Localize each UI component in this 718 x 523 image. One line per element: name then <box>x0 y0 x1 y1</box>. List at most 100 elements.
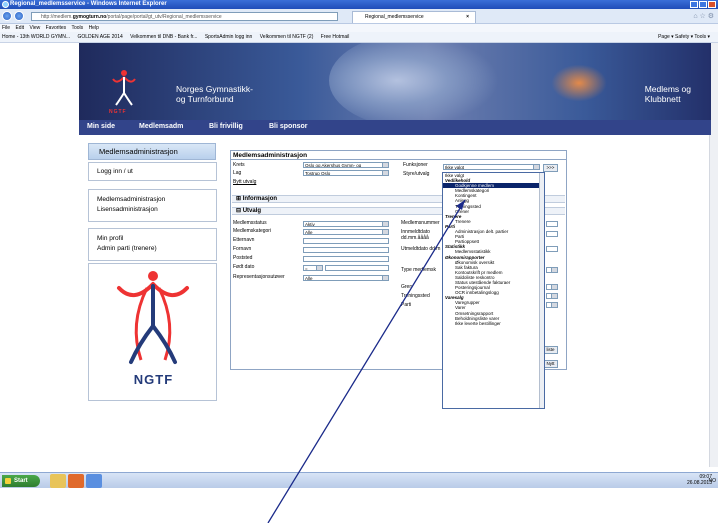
admin-links-box: Medlemsadministrasjon Lisensadministrasj… <box>88 189 217 222</box>
chevron-down-icon <box>382 222 388 226</box>
menu-file[interactable]: File <box>2 25 10 31</box>
sidebar-heading: Medlemsadministrasjon <box>88 143 216 160</box>
club-net-title: Medlems og Klubbnett <box>645 84 691 104</box>
sidebar-link-lisensadm[interactable]: Lisensadministrasjon <box>97 206 216 213</box>
fav-item[interactable]: Velkommen til NGTF (2) <box>260 34 314 40</box>
treningssted-label: Treningssted <box>401 293 430 299</box>
nav-medlemsadm[interactable]: Medlemsadm <box>139 123 183 130</box>
start-button[interactable]: Start <box>2 475 40 487</box>
org-name: Norges Gymnastikk- og Turnforbund <box>176 84 253 104</box>
gren-label: Gren <box>401 284 413 290</box>
sidebar-link-admin-parti[interactable]: Admin parti (trenere) <box>97 245 216 252</box>
fornavn-input[interactable] <box>303 247 389 253</box>
windows-taskbar: Start NO 09:07 26.08.2013 <box>0 472 718 488</box>
fodt-operator-value: = <box>305 266 308 271</box>
medlemsstatus-select[interactable]: Aktiv <box>303 221 389 227</box>
sidebar-link-min-profil[interactable]: Min profil <box>97 235 216 242</box>
nav-min-side[interactable]: Min side <box>87 123 115 130</box>
medlemskategori-label: Medlemskategori <box>233 228 272 234</box>
dropdown-option[interactable]: Ikke leverte bestillinger <box>443 321 544 326</box>
innmeldtdato-input[interactable] <box>546 231 558 237</box>
favorites-bar: Home - 13th WORLD GYMN... GOLDEN AGE 201… <box>0 32 718 43</box>
close-window-button[interactable] <box>708 1 716 8</box>
sidebar-link-medlemsadm[interactable]: Medlemsadministrasjon <box>97 196 216 203</box>
treningssted-select[interactable] <box>546 293 558 299</box>
funksjoner-select[interactable]: Ikke valgt <box>443 164 540 170</box>
command-bar-tools[interactable]: Page ▾ Safety ▾ Tools ▾ <box>658 32 710 42</box>
bytt-utvalg-link[interactable]: Bytt utvalg <box>233 179 256 185</box>
address-bar[interactable]: http://medlem.gymogturn.no/portal/page/p… <box>31 12 338 21</box>
medlemsstatus-value: Aktiv <box>305 222 315 227</box>
url-prefix: http://medlem. <box>41 14 73 20</box>
clock[interactable]: 09:07 26.08.2013 <box>687 474 712 486</box>
window-controls <box>690 1 716 8</box>
nytt-button[interactable]: Nytt <box>543 360 558 368</box>
medlemsnummer-label: Medlemsnummer <box>401 220 440 226</box>
back-button[interactable] <box>2 11 12 21</box>
fav-item[interactable]: Home - 13th WORLD GYMN... <box>2 34 70 40</box>
funksjoner-value: Ikke valgt <box>445 165 465 170</box>
browser-tab[interactable]: Regional_medlemsservice × <box>352 11 476 23</box>
ie-taskbar-icon[interactable] <box>86 474 102 488</box>
krets-select[interactable]: Oslo og Akershus Gymn- og <box>303 162 389 168</box>
section-utvalg-label: Utvalg <box>242 208 262 214</box>
medlemskategori-select[interactable]: Alle <box>303 229 389 235</box>
maximize-button[interactable] <box>699 1 707 8</box>
menu-edit[interactable]: Edit <box>15 25 24 31</box>
browser-tab-label: Regional_medlemsservice <box>365 14 424 20</box>
menu-view[interactable]: View <box>29 25 40 31</box>
utmeldtdato-input[interactable] <box>546 246 558 252</box>
poststed-input[interactable] <box>303 256 389 262</box>
medlemsnummer-input[interactable] <box>546 221 558 227</box>
dropdown-scrollbar[interactable] <box>539 173 544 408</box>
type-medlemskap-label: Type medlemsk <box>401 267 437 273</box>
banner-glow <box>549 63 609 103</box>
fav-item[interactable]: Free Hotmail <box>321 34 350 40</box>
menu-tools[interactable]: Tools <box>71 25 83 31</box>
menu-help[interactable]: Help <box>89 25 99 31</box>
gren-select[interactable] <box>546 284 558 290</box>
folder-icon[interactable] <box>50 474 66 488</box>
nav-bli-frivillig[interactable]: Bli frivillig <box>209 123 243 130</box>
medlemsstatus-label: Medlemsstatus <box>233 220 267 226</box>
forward-button[interactable] <box>14 11 24 21</box>
chevron-down-icon <box>316 266 322 270</box>
fodt-dato-input[interactable] <box>325 265 389 271</box>
chevron-down-icon <box>533 165 539 169</box>
chevron-down-icon <box>382 230 388 234</box>
fav-item[interactable]: GOLDEN AGE 2014 <box>77 34 122 40</box>
parti-select[interactable] <box>546 302 558 308</box>
chevron-down-icon <box>551 303 557 307</box>
menu-favorites[interactable]: Favorites <box>46 25 67 31</box>
nav-bli-sponsor[interactable]: Bli sponsor <box>269 123 308 130</box>
ie-icon <box>2 1 9 8</box>
login-link[interactable]: Logg inn / ut <box>97 168 216 175</box>
window-title: Regional_medlemsservice - Windows Intern… <box>10 1 167 7</box>
medlemskategori-value: Alle <box>305 230 313 235</box>
go-button[interactable]: >>> <box>543 164 558 172</box>
lag-value: Tostrup Oslo <box>305 171 331 176</box>
type-medlemskap-select[interactable] <box>546 267 558 273</box>
main-nav: Min side Medlemsadm Bli frivillig Bli sp… <box>79 120 711 135</box>
chevron-down-icon <box>551 285 557 289</box>
tab-close-icon[interactable]: × <box>466 12 469 23</box>
liste-button[interactable]: liste <box>543 346 558 354</box>
etternavn-input[interactable] <box>303 238 389 244</box>
lag-select[interactable]: Tostrup Oslo <box>303 170 389 176</box>
fav-item[interactable]: Velkommen til DNB - Bank fr... <box>130 34 197 40</box>
org-line2: og Turnforbund <box>176 94 234 104</box>
ngtf-logo-text: NGTF <box>133 372 174 387</box>
clock-date: 26.08.2013 <box>686 480 712 486</box>
expand-icon: ⊞ <box>236 196 243 202</box>
url-path: /portal/page/portal/gt_utv/Regional_medl… <box>106 14 222 20</box>
utmeldtdato-label: Utmeldtdato dd.m <box>401 246 441 252</box>
ngtf-logo-small[interactable]: NGTF <box>109 67 139 115</box>
logo-text: NGTF <box>109 109 127 115</box>
fav-item[interactable]: SportsAdmin logg inn <box>205 34 253 40</box>
office-icon[interactable] <box>68 474 84 488</box>
representasjon-select[interactable]: Alle <box>303 275 389 281</box>
home-star-gear-icons[interactable]: ⌂ ☆ ⚙ <box>693 12 714 20</box>
fodt-operator-select[interactable]: = <box>303 265 323 271</box>
minimize-button[interactable] <box>690 1 698 8</box>
funksjoner-dropdown-list[interactable]: Ikke valgt Vedlikehold Godkjenne medlem Med… <box>442 172 545 409</box>
